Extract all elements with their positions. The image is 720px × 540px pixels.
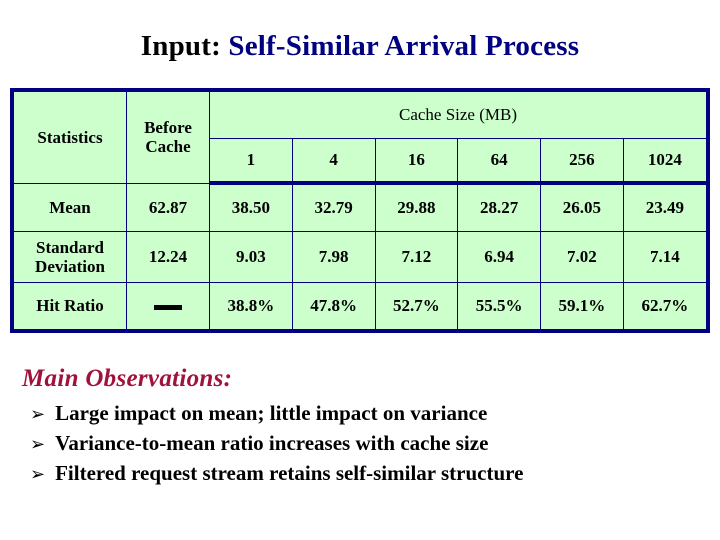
cell-mean-16: 29.88: [374, 182, 459, 232]
table-row: Standard Deviation 12.24 9.03 7.98 7.12 …: [14, 231, 706, 283]
cell-hit-ratio-256: 59.1%: [540, 282, 624, 329]
header-cache-size-256: 256: [540, 138, 624, 185]
arrowhead-bullet-icon: ➢: [30, 434, 46, 455]
arrowhead-bullet-icon: ➢: [30, 404, 46, 425]
em-dash-icon: [154, 305, 182, 311]
cell-hit-ratio-before: [126, 282, 210, 329]
header-cache-size-1: 1: [209, 138, 293, 185]
page-title-main: Self-Similar Arrival Process: [228, 30, 580, 62]
observation-text: Filtered request stream retains self-sim…: [55, 461, 524, 485]
cell-hit-ratio-16: 52.7%: [374, 282, 459, 329]
cell-hit-ratio-4: 47.8%: [291, 282, 376, 329]
observation-text: Large impact on mean; little impact on v…: [55, 401, 488, 425]
table-row: Mean 62.87 38.50 32.79 29.88 28.27 26.05…: [14, 182, 706, 232]
observations-heading: Main Observations:: [22, 365, 233, 392]
cell-mean-1024: 23.49: [622, 182, 706, 232]
arrowhead-bullet-icon: ➢: [30, 464, 46, 485]
header-cache-size-1024: 1024: [622, 138, 706, 185]
cell-stddev-1: 9.03: [209, 231, 293, 283]
cell-hit-ratio-64: 55.5%: [457, 282, 541, 329]
cell-mean-before: 62.87: [126, 182, 210, 232]
cell-stddev-before: 12.24: [126, 231, 210, 283]
observations-list: ➢ Large impact on mean; little impact on…: [22, 401, 712, 486]
table-header-row-group: Statistics Before Cache Cache Size (MB): [14, 92, 706, 184]
cell-stddev-256: 7.02: [540, 231, 624, 283]
cell-mean-64: 28.27: [457, 182, 541, 232]
cell-mean-4: 32.79: [291, 182, 376, 232]
list-item: ➢ Large impact on mean; little impact on…: [30, 401, 712, 426]
cell-hit-ratio-1: 38.8%: [209, 282, 293, 329]
header-cache-size-4: 4: [291, 138, 376, 185]
cell-hit-ratio-1024: 62.7%: [622, 282, 706, 329]
cell-mean-1: 38.50: [209, 182, 293, 232]
page-title: Input: Self-Similar Arrival Process: [0, 30, 720, 63]
page-title-lead: Input:: [140, 30, 221, 62]
list-item: ➢ Filtered request stream retains self-s…: [30, 461, 712, 486]
cell-stddev-1024: 7.14: [622, 231, 706, 283]
header-statistics: Statistics: [14, 92, 127, 184]
header-cache-size-16: 16: [374, 138, 459, 185]
observations-section: Main Observations: ➢ Large impact on mea…: [22, 365, 712, 491]
table-row: Hit Ratio 38.8% 47.8% 52.7% 55.5% 59.1% …: [14, 282, 706, 329]
list-item: ➢ Variance-to-mean ratio increases with …: [30, 431, 712, 456]
cell-stddev-16: 7.12: [374, 231, 459, 283]
statistics-table-container: Statistics Before Cache Cache Size (MB) …: [10, 88, 710, 333]
cell-mean-256: 26.05: [540, 182, 624, 232]
row-label-hit-ratio: Hit Ratio: [14, 282, 127, 329]
cell-stddev-4: 7.98: [291, 231, 376, 283]
header-cache-size-64: 64: [457, 138, 541, 185]
cell-stddev-64: 6.94: [457, 231, 541, 283]
header-cache-size-group: Cache Size (MB): [209, 92, 706, 139]
observation-text: Variance-to-mean ratio increases with ca…: [55, 431, 489, 455]
statistics-table: Statistics Before Cache Cache Size (MB) …: [14, 92, 706, 329]
row-label-standard-deviation: Standard Deviation: [14, 231, 127, 283]
header-before-cache: Before Cache: [126, 92, 210, 184]
row-label-mean: Mean: [14, 182, 127, 232]
